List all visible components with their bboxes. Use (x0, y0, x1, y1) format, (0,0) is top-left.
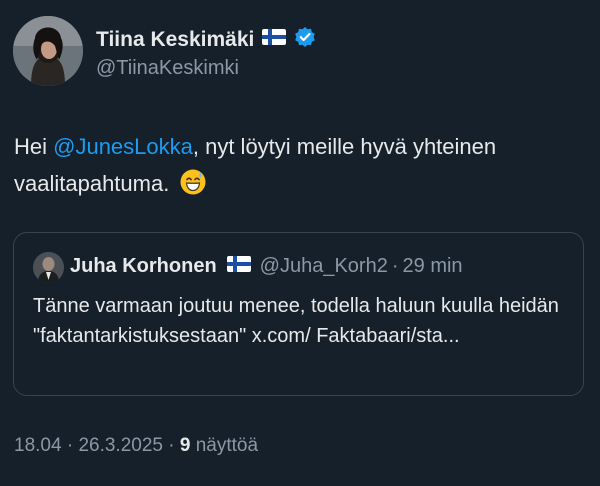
finland-flag-icon (226, 255, 251, 278)
separator-dot: · (391, 255, 399, 277)
tweet-time[interactable]: 18.04 (14, 435, 62, 456)
separator-dot: · (61, 435, 79, 456)
quoted-header: Juha Korhonen @Juha_Korh2 · 29 min (70, 255, 463, 278)
author-name[interactable]: Tiina Keskimäki (96, 28, 254, 52)
tweet-date[interactable]: 26.3.2025 (78, 435, 163, 456)
mention-link[interactable]: @JunesLokka (53, 134, 193, 159)
quoted-author-avatar[interactable] (33, 252, 64, 283)
tweet-text: Hei @JunesLokka, nyt löytyi meille hyvä … (14, 128, 590, 207)
author-handle[interactable]: @TiinaKeskimki (96, 57, 239, 80)
separator-dot: · (162, 435, 180, 456)
verified-badge-icon (294, 26, 316, 53)
author-name-row: Tiina Keskimäki (96, 26, 316, 53)
finland-flag-icon (262, 29, 287, 50)
view-count: 9 (179, 435, 191, 456)
quoted-author-handle[interactable]: @Juha_Korh2 (260, 255, 388, 278)
quoted-tweet[interactable]: Juha Korhonen @Juha_Korh2 · 29 min Tänne… (13, 232, 584, 396)
quoted-author-name[interactable]: Juha Korhonen (70, 255, 217, 278)
tweet-meta: 18.04 · 26.3.2025 · 9 näyttöä (14, 435, 258, 457)
grinning-sweat-emoji-icon (179, 168, 207, 207)
quoted-timestamp[interactable]: 29 min (403, 255, 463, 278)
tweet-text-start: Hei (14, 134, 54, 159)
author-avatar[interactable] (13, 16, 83, 86)
view-label: näyttöä (190, 435, 259, 456)
quoted-text: Tänne varmaan joutuu menee, todella halu… (33, 295, 559, 347)
